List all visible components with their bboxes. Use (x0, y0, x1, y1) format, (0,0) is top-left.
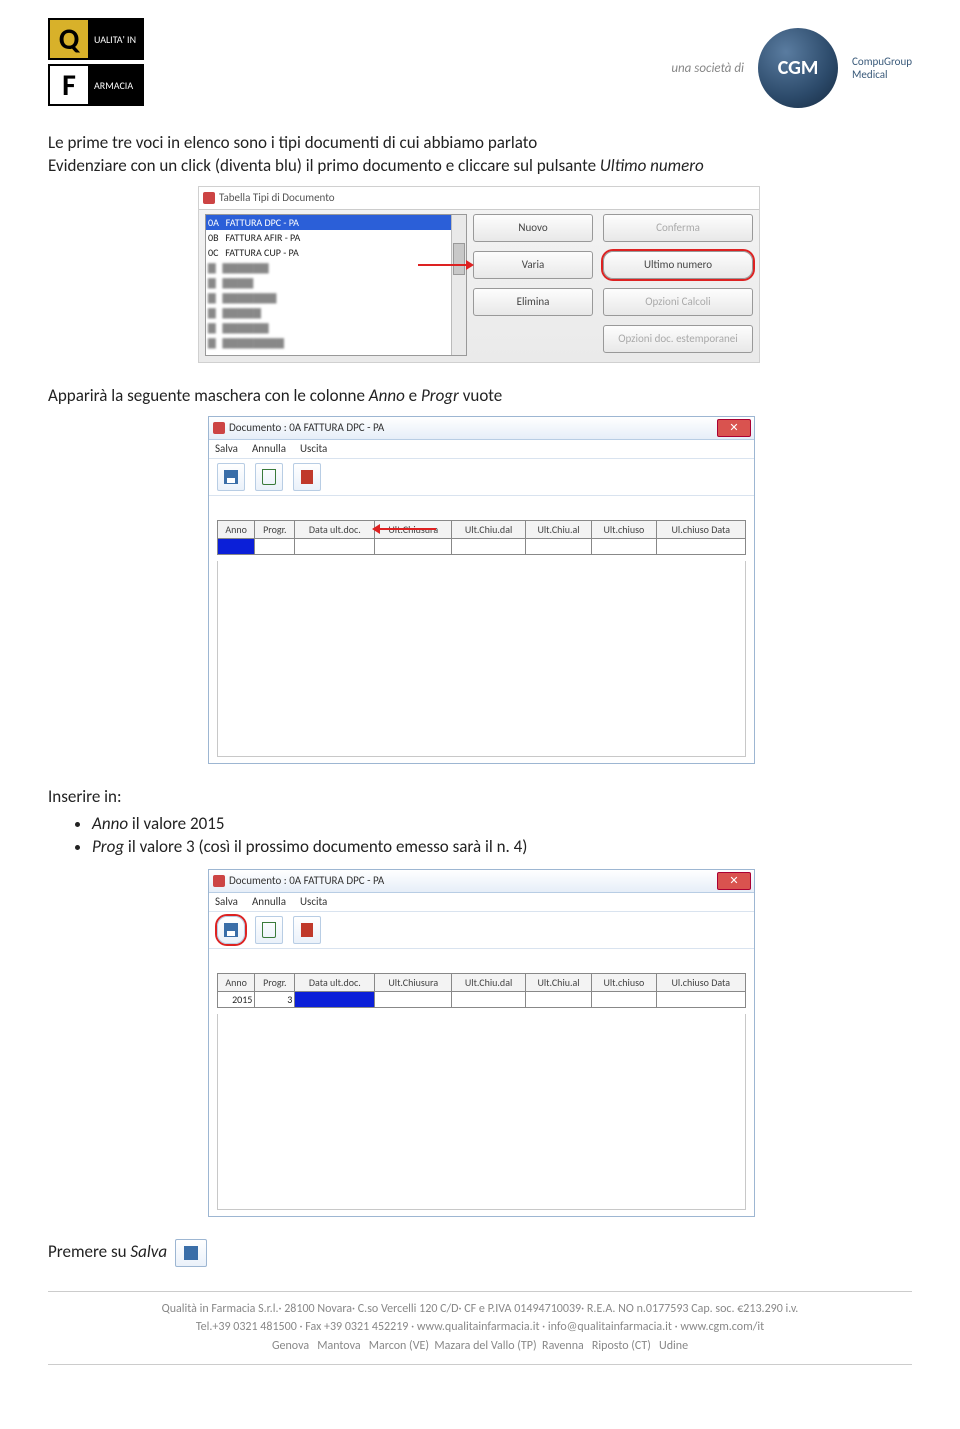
page-footer: Qualità in Farmacia S.r.l.· 28100 Novara… (48, 1291, 912, 1365)
menu-salva[interactable]: Salva (215, 895, 238, 908)
nuovo-button[interactable]: Nuovo (473, 214, 593, 242)
menu-uscita[interactable]: Uscita (300, 895, 327, 908)
menubar: Salva Annulla Uscita (209, 440, 754, 459)
paragraph-1b: Evidenziare con un click (diventa blu) i… (48, 155, 912, 178)
menu-uscita[interactable]: Uscita (300, 442, 327, 455)
save-icon[interactable] (217, 463, 245, 491)
exit-icon[interactable] (293, 463, 321, 491)
shield-icon (213, 422, 225, 434)
close-icon[interactable]: ✕ (717, 419, 751, 437)
save-icon[interactable] (217, 916, 245, 944)
instructions-list: Anno il valore 2015 Prog il valore 3 (co… (92, 813, 912, 857)
opzioni-doc-button[interactable]: Opzioni doc. estemporanei (603, 325, 753, 353)
window-title: Documento : 0A FATTURA DPC - PA ✕ (209, 417, 754, 440)
cell-progr[interactable] (255, 538, 295, 554)
save-icon-inline (175, 1239, 207, 1267)
menubar: Salva Annulla Uscita (209, 893, 754, 912)
trash-icon[interactable] (255, 463, 283, 491)
paragraph-3: Inserire in: (48, 786, 912, 809)
logo-qualita-farmacia: Q UALITA' IN F ARMACIA (48, 18, 144, 106)
data-grid[interactable]: AnnoProgr.Data ult.doc. Ult.ChiusuraUlt.… (217, 973, 746, 1008)
elimina-button[interactable]: Elimina (473, 288, 593, 316)
screenshot-tabella-tipi-doc: Tabella Tipi di Documento 0A FATTURA DPC… (198, 186, 760, 363)
document-type-list[interactable]: 0A FATTURA DPC - PA 0B FATTURA AFIR - PA… (205, 214, 467, 356)
opzioni-calcoli-button[interactable]: Opzioni Calcoli (603, 288, 753, 316)
cgm-subtitle: CompuGroup Medical (852, 55, 912, 81)
menu-annulla[interactable]: Annulla (252, 895, 286, 908)
trash-icon[interactable] (255, 916, 283, 944)
screenshot-documento-filled: Documento : 0A FATTURA DPC - PA ✕ Salva … (208, 869, 755, 1217)
paragraph-2: Apparirà la seguente maschera con le col… (48, 385, 912, 408)
menu-annulla[interactable]: Annulla (252, 442, 286, 455)
cell-anno[interactable] (218, 538, 255, 554)
exit-icon[interactable] (293, 916, 321, 944)
cgm-logo-icon: CGM (758, 28, 838, 108)
close-icon[interactable]: ✕ (717, 872, 751, 890)
menu-salva[interactable]: Salva (215, 442, 238, 455)
shield-icon (203, 192, 215, 204)
una-societa-label: una società di (671, 61, 744, 76)
scrollbar[interactable] (451, 215, 466, 355)
paragraph-4: Premere su Salva (48, 1239, 912, 1267)
screenshot-documento-empty: Documento : 0A FATTURA DPC - PA ✕ Salva … (208, 416, 755, 764)
cell-anno[interactable]: 2015 (218, 991, 255, 1007)
window-title: Documento : 0A FATTURA DPC - PA ✕ (209, 870, 754, 893)
shield-icon (213, 875, 225, 887)
conferma-button[interactable]: Conferma (603, 214, 753, 242)
cell-progr[interactable]: 3 (255, 991, 295, 1007)
paragraph-1a: Le prime tre voci in elenco sono i tipi … (48, 132, 912, 155)
ultimo-numero-button[interactable]: Ultimo numero (603, 251, 753, 279)
varia-button[interactable]: Varia (473, 251, 593, 279)
window-title: Tabella Tipi di Documento (199, 187, 759, 210)
data-grid[interactable]: AnnoProgr.Data ult.doc. Ult.ChiusuraUlt.… (217, 520, 746, 555)
